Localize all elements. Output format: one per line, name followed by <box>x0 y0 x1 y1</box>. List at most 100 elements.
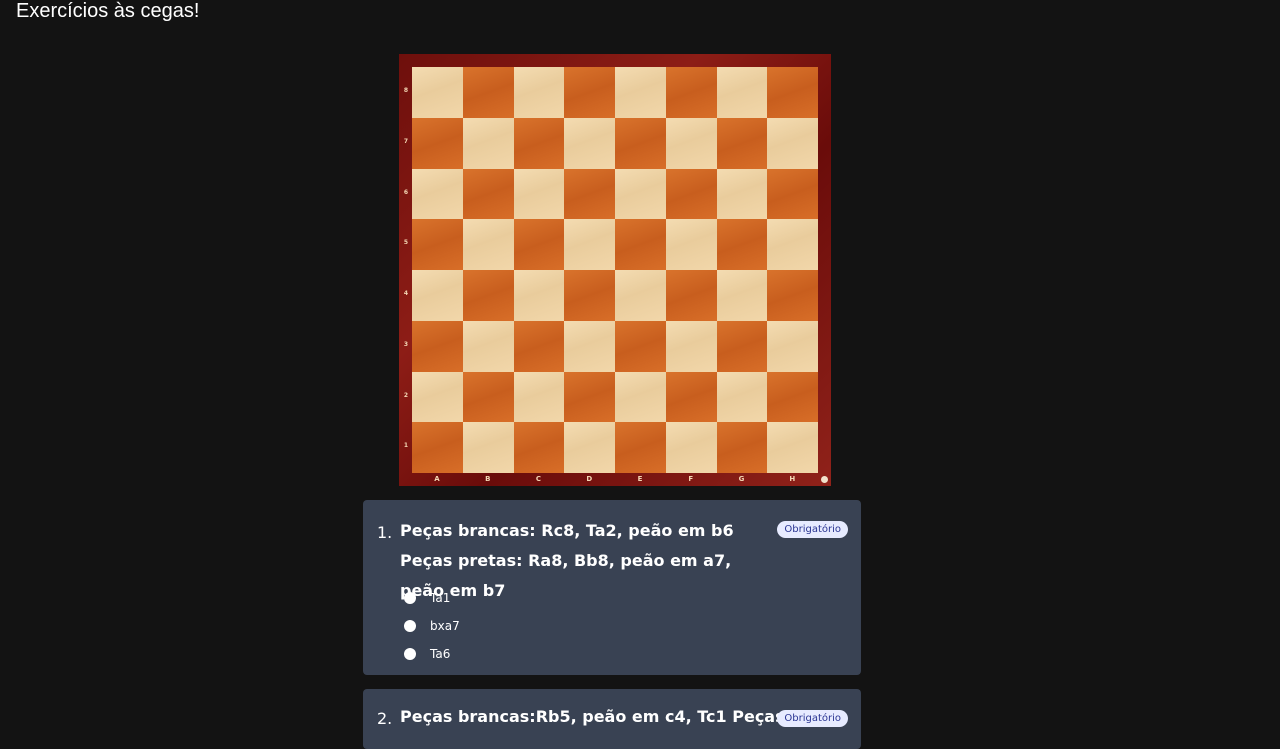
board-square-g3 <box>716 320 768 372</box>
answer-option[interactable]: Ta1 <box>404 584 460 612</box>
board-square-a5 <box>412 219 463 270</box>
board-square-f7 <box>665 117 717 169</box>
file-label: G <box>738 475 745 483</box>
board-square-d8 <box>564 67 615 118</box>
board-square-d5 <box>564 219 615 270</box>
board-square-a6 <box>412 168 463 220</box>
board-square-c6 <box>513 168 565 220</box>
board-square-c5 <box>513 219 565 270</box>
board-square-b5 <box>462 219 514 270</box>
radio-button[interactable] <box>404 620 416 632</box>
board-square-c4 <box>513 270 565 321</box>
rank-label: 8 <box>403 87 409 94</box>
file-label: E <box>637 475 643 483</box>
board-square-e2 <box>615 371 666 423</box>
board-square-c7 <box>513 117 565 169</box>
board-square-c2 <box>513 371 565 423</box>
board-square-e7 <box>615 117 666 169</box>
board-square-h4 <box>767 270 818 321</box>
board-square-e3 <box>615 320 666 372</box>
board-square-a8 <box>412 67 463 118</box>
board-square-d2 <box>564 371 615 423</box>
answer-options: Ta1 bxa7 Ta6 <box>404 584 460 668</box>
board-square-h7 <box>767 117 818 169</box>
board-square-d7 <box>564 117 615 169</box>
board-grid <box>412 67 818 473</box>
rank-label: 5 <box>403 239 409 247</box>
board-square-a2 <box>412 371 463 423</box>
answer-option[interactable]: Ta6 <box>404 640 460 668</box>
question-text: Peças brancas:Rb5, peão em c4, Tc1 Peças <box>400 707 785 726</box>
board-square-g2 <box>716 371 768 423</box>
board-square-g4 <box>716 270 768 321</box>
board-square-h3 <box>767 320 818 372</box>
file-label: B <box>485 475 491 483</box>
board-square-f1 <box>665 422 717 473</box>
board-square-a4 <box>412 270 463 321</box>
board-square-h1 <box>767 422 818 473</box>
board-square-d6 <box>564 168 615 220</box>
board-square-d4 <box>564 270 615 321</box>
board-square-e5 <box>615 219 666 270</box>
board-square-b1 <box>462 422 514 473</box>
board-square-h6 <box>767 168 818 220</box>
board-square-g1 <box>716 422 768 473</box>
board-square-g7 <box>716 117 768 169</box>
board-square-e8 <box>615 67 666 118</box>
board-square-f6 <box>665 168 717 220</box>
answer-option[interactable]: bxa7 <box>404 612 460 640</box>
rank-label: 7 <box>403 137 409 145</box>
board-square-e1 <box>615 422 666 473</box>
board-square-h2 <box>767 371 818 423</box>
rank-label: 2 <box>403 391 409 399</box>
rank-label: 1 <box>403 442 409 450</box>
board-square-a7 <box>412 117 463 169</box>
rank-label: 3 <box>403 340 409 348</box>
board-square-c1 <box>513 422 565 473</box>
board-square-b6 <box>462 168 514 220</box>
board-square-a3 <box>412 320 463 372</box>
rank-label: 4 <box>403 290 409 297</box>
radio-button[interactable] <box>404 592 416 604</box>
file-label: D <box>586 475 593 483</box>
answer-option-label: Ta6 <box>430 647 451 661</box>
board-square-g8 <box>716 67 768 118</box>
file-label: A <box>434 475 440 483</box>
board-square-d1 <box>564 422 615 473</box>
board-square-b3 <box>462 320 514 372</box>
required-badge: Obrigatório <box>777 710 848 727</box>
board-square-b8 <box>462 67 514 118</box>
board-square-e4 <box>615 270 666 321</box>
board-square-f5 <box>665 219 717 270</box>
file-label: C <box>535 475 542 483</box>
board-square-c8 <box>513 67 565 118</box>
board-square-f8 <box>665 67 717 118</box>
board-square-b2 <box>462 371 514 423</box>
board-square-b7 <box>462 117 514 169</box>
question-card: 1. Peças brancas: Rc8, Ta2, peão em b6 P… <box>363 500 861 675</box>
board-square-h8 <box>767 67 818 118</box>
rank-label: 6 <box>403 188 409 196</box>
radio-button[interactable] <box>404 648 416 660</box>
answer-option-label: Ta1 <box>430 591 451 605</box>
question-number: 2. <box>377 709 393 728</box>
board-square-b4 <box>462 270 514 321</box>
question-card: 2. Peças brancas:Rb5, peão em c4, Tc1 Pe… <box>363 689 861 749</box>
board-square-f3 <box>665 320 717 372</box>
chessboard: 8 7 6 5 4 3 2 1 A B C D E F G H <box>399 54 831 486</box>
board-square-g5 <box>716 219 768 270</box>
board-square-f4 <box>665 270 717 321</box>
board-square-a1 <box>412 422 463 473</box>
board-square-g6 <box>716 168 768 220</box>
board-corner-dot <box>821 476 828 483</box>
board-square-f2 <box>665 371 717 423</box>
answer-option-label: bxa7 <box>430 619 460 633</box>
file-label: H <box>789 475 796 483</box>
board-square-h5 <box>767 219 818 270</box>
question-number: 1. <box>377 523 393 542</box>
required-badge: Obrigatório <box>777 521 848 538</box>
board-square-e6 <box>615 168 666 220</box>
page-title: Exercícios às cegas! <box>16 0 200 22</box>
file-label: F <box>688 475 694 483</box>
board-square-c3 <box>513 320 565 372</box>
